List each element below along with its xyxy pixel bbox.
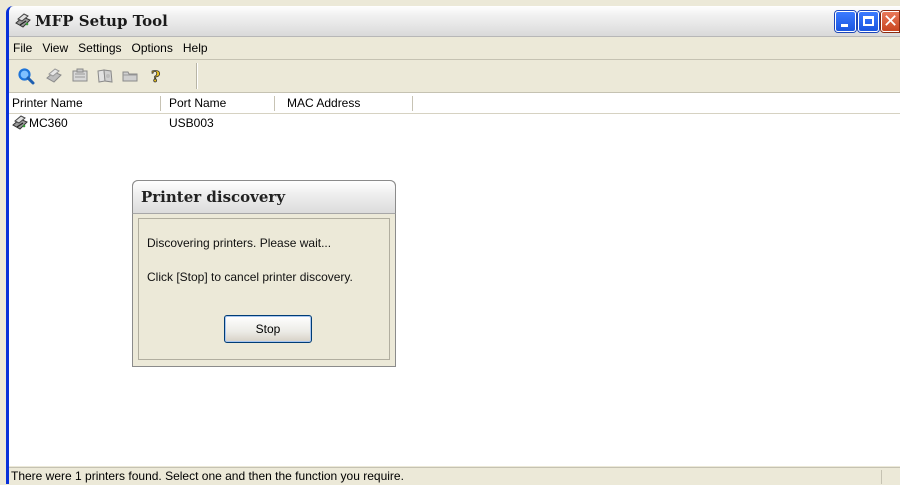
column-port-name[interactable]: Port Name	[166, 93, 274, 113]
discovery-message: Discovering printers. Please wait...	[147, 236, 332, 250]
printer-icon	[12, 115, 28, 130]
dialog-title: Printer discovery	[141, 188, 286, 206]
toolbar: ?	[9, 60, 900, 93]
resize-grip[interactable]	[881, 470, 896, 484]
minimize-button[interactable]	[835, 11, 856, 32]
column-printer-name[interactable]: Printer Name	[9, 93, 159, 113]
menu-help[interactable]: Help	[178, 37, 213, 59]
window-title: MFP Setup Tool	[35, 12, 168, 30]
menu-file[interactable]: File	[9, 37, 37, 59]
column-divider[interactable]	[160, 96, 161, 111]
column-mac-address[interactable]: MAC Address	[284, 93, 412, 113]
maximize-icon	[863, 16, 874, 26]
cell-port-name: USB003	[169, 116, 214, 130]
printer-settings-icon[interactable]	[45, 67, 63, 85]
close-icon: ✕	[883, 11, 899, 32]
list-header: Printer Name Port Name MAC Address	[9, 93, 900, 114]
table-row[interactable]: MC360 USB003	[9, 114, 900, 132]
close-button[interactable]: ✕	[881, 11, 899, 32]
book-icon[interactable]	[96, 67, 114, 85]
minimize-icon	[841, 24, 848, 27]
column-divider[interactable]	[412, 96, 413, 111]
status-text: There were 1 printers found. Select one …	[11, 469, 404, 483]
dialog-title-bar[interactable]: Printer discovery	[132, 180, 396, 214]
help-icon[interactable]: ?	[147, 67, 165, 85]
toolbar-separator	[196, 63, 198, 89]
printer-icon	[15, 13, 31, 28]
column-divider[interactable]	[274, 96, 275, 111]
svg-text:?: ?	[151, 67, 160, 85]
stop-button[interactable]: Stop	[224, 315, 312, 343]
cell-printer-name: MC360	[29, 116, 68, 130]
folder-icon[interactable]	[121, 67, 139, 85]
status-bar: There were 1 printers found. Select one …	[9, 467, 900, 485]
cancel-instruction: Click [Stop] to cancel printer discovery…	[147, 270, 353, 284]
printer-discovery-dialog: Printer discovery Discovering printers. …	[132, 180, 396, 367]
network-icon[interactable]	[71, 67, 89, 85]
menu-settings[interactable]: Settings	[73, 37, 126, 59]
dialog-body: Discovering printers. Please wait... Cli…	[138, 218, 390, 360]
search-printer-icon[interactable]	[17, 67, 35, 85]
menu-options[interactable]: Options	[127, 37, 178, 59]
maximize-button[interactable]	[858, 11, 879, 32]
menu-view[interactable]: View	[37, 37, 73, 59]
title-bar[interactable]: MFP Setup Tool ✕	[9, 6, 900, 37]
menu-bar: File View Settings Options Help	[9, 37, 900, 60]
